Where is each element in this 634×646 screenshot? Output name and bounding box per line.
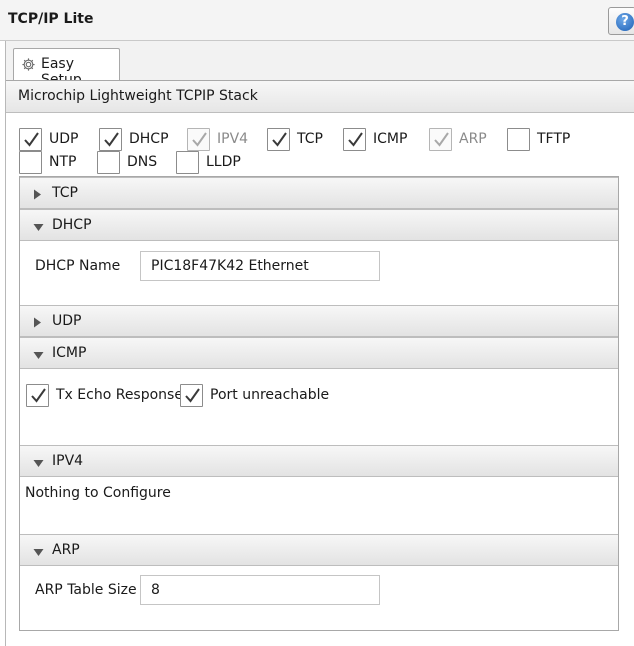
section-label: DHCP [52,217,92,233]
title-bar: TCP/IP Lite ? [0,0,634,41]
gear-icon [21,57,36,76]
checkmark-icon [348,132,363,147]
checkbox-label: ARP [459,131,487,147]
section-body-arp: ARP Table Size [20,566,618,630]
section-header-udp[interactable]: UDP [20,305,618,337]
section-label: ARP [52,542,80,558]
checkbox-box[interactable] [26,384,49,407]
configuration-panel: Easy Setup Microchip Lightweight TCPIP S… [5,41,634,646]
help-button[interactable]: ? [608,7,634,35]
checkbox-box[interactable] [343,128,366,151]
checkbox-label: TCP [297,131,323,147]
section-body-ipv4: Nothing to Configure [20,477,618,535]
collapse-arrow-icon [33,220,44,236]
checkbox-label: NTP [49,154,77,170]
section-header-icmp[interactable]: ICMP [20,337,618,369]
checkmark-icon [185,388,200,403]
checkbox-label: Port unreachable [210,387,330,403]
expand-arrow-icon [33,188,42,204]
tab-content: Microchip Lightweight TCPIP Stack UDP DH… [6,80,634,646]
checkbox-label: IPV4 [217,131,249,147]
checkbox-box[interactable] [180,384,203,407]
collapse-arrow-icon [33,348,44,364]
checkbox-box[interactable] [19,128,42,151]
arp-table-size-label: ARP Table Size [35,582,137,598]
checkbox-box[interactable] [429,128,452,151]
protocol-checkbox-row: NTP DNS LLDP [6,151,634,175]
collapse-arrow-icon [33,456,44,472]
collapse-arrow-icon [33,545,44,561]
section-header-ipv4[interactable]: IPV4 [20,445,618,477]
checkmark-icon [24,132,39,147]
checkbox-label: TFTP [537,131,571,147]
checkbox-label: Tx Echo Response [56,387,183,403]
window-title: TCP/IP Lite [8,11,94,27]
checkmark-icon [272,132,287,147]
checkbox-label: ICMP [373,131,408,147]
section-header-arp[interactable]: ARP [20,534,618,566]
section-body-icmp: Tx Echo Response Port unreachable [20,369,618,445]
section-label: UDP [52,313,82,329]
checkbox-box[interactable] [187,128,210,151]
protocol-sections: TCP DHCP DHCP Name UDP [19,176,619,631]
checkbox-box[interactable] [267,128,290,151]
checkbox-label: DNS [127,154,158,170]
checkbox-box[interactable] [99,128,122,151]
ipv4-message: Nothing to Configure [25,485,171,501]
dhcp-name-input[interactable] [140,251,380,281]
section-label: TCP [52,185,78,201]
checkmark-icon [434,132,449,147]
expand-arrow-icon [33,316,42,332]
checkbox-box[interactable] [97,151,120,174]
dhcp-name-label: DHCP Name [35,258,121,274]
checkbox-label: UDP [49,131,79,147]
help-icon: ? [616,13,634,31]
stack-header: Microchip Lightweight TCPIP Stack [6,81,634,113]
checkbox-label: DHCP [129,131,169,147]
arp-table-size-input[interactable] [140,575,380,605]
checkmark-icon [192,132,207,147]
tab-easy-setup[interactable]: Easy Setup [13,48,120,88]
stack-title: Microchip Lightweight TCPIP Stack [18,88,258,104]
section-label: IPV4 [52,453,84,469]
checkbox-box[interactable] [176,151,199,174]
checkbox-label: LLDP [206,154,241,170]
protocol-checkbox-row: UDP DHCP IPV4 TCP ICMP ARP TFTP [6,128,634,152]
section-header-dhcp[interactable]: DHCP [20,209,618,241]
checkmark-icon [31,388,46,403]
section-body-dhcp: DHCP Name [20,241,618,305]
section-header-tcp[interactable]: TCP [20,177,618,209]
section-label: ICMP [52,345,87,361]
checkbox-box[interactable] [507,128,530,151]
checkbox-box[interactable] [19,151,42,174]
checkmark-icon [104,132,119,147]
